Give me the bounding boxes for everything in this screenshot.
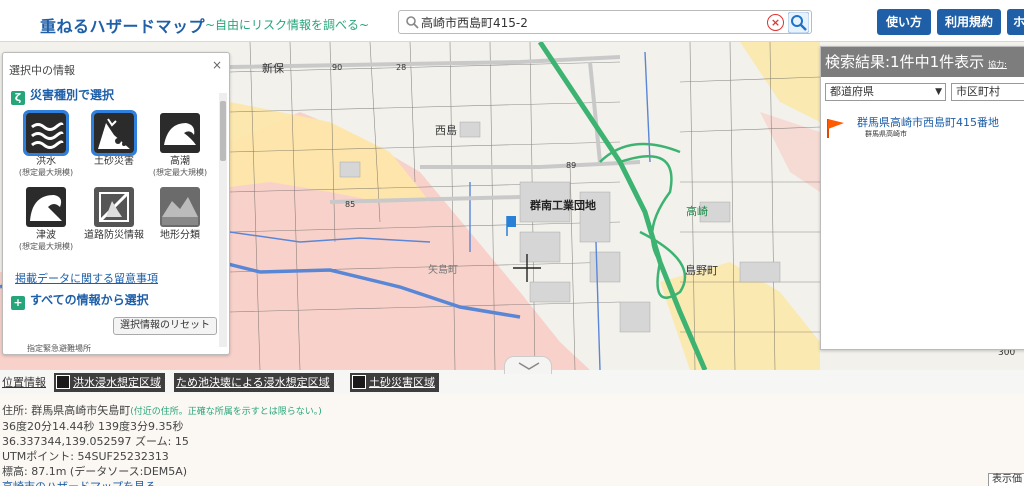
place-label-shinbo: 新保 [262,61,284,75]
hazard-landslide[interactable]: 土砂災害 [82,110,146,168]
app-logo[interactable]: 重ねるハザードマップ [40,13,205,37]
prefecture-select-value: 都道府県 [830,85,874,98]
hazard-sublabel: (想定最大規模) [18,242,74,251]
city-select[interactable]: 市区町村 [951,83,1024,101]
usage-button[interactable]: 使い方 [877,9,931,35]
road-number-label: 89 [566,161,576,170]
hazard-storm-surge[interactable]: 高潮 (想定最大規模) [148,113,212,178]
hazard-label: 土砂災害 [94,156,134,167]
hazard-terrain[interactable]: 地形分類 [148,187,212,242]
clear-search-button[interactable]: × [767,14,784,31]
home-button[interactable]: ホ [1007,9,1024,35]
place-label-nishijima: 西島 [435,123,457,137]
landslide-icon [91,110,137,156]
hazard-sublabel: (想定最大規模) [152,168,208,177]
city-select-value: 市区町村 [956,85,1000,98]
hazard-label: 高潮 [170,156,190,167]
address-line: 住所: 群馬県高崎市矢島町(付近の住所。正確な所属を示すとは限らない。) [2,402,322,418]
chevron-down-icon [518,362,540,370]
elevation: 標高: 87.1m (データソース:DEM5A) [2,465,188,478]
tab-flood-zone[interactable]: 洪水浸水想定区域 [54,373,165,392]
storm-surge-icon [160,113,200,153]
results-count-text: 検索結果:1件中1件表示 [825,53,985,71]
credit-link[interactable]: 協力: [988,60,1007,69]
tab-label: 洪水浸水想定区域 [73,376,161,389]
place-label-shimano: 島野町 [685,263,718,277]
hazard-road-disaster[interactable]: 道路防災情報 [82,187,146,242]
section-by-hazard-type[interactable]: ζ 災害種別で選択 [11,86,114,105]
hazard-flood[interactable]: 洪水 (想定最大規模) [14,110,78,178]
place-label-yajima: 矢島町 [428,263,458,276]
close-icon[interactable]: × [212,58,222,72]
address-search-input[interactable] [421,13,761,31]
search-icon [406,16,419,29]
dms-coordinates: 36度20分14.44秒 139度3分9.35秒 [2,420,184,433]
tab-landslide-zone[interactable]: 土砂災害区域 [350,373,439,392]
road-number-label: 85 [345,200,355,209]
location-pin-icon[interactable] [506,216,516,236]
hazard-label: 洪水 [36,156,56,167]
landslide-icon [352,375,366,389]
tsunami-icon [26,187,66,227]
latlon-zoom: 36.337344,139.052597 ズーム: 15 [2,435,189,448]
city-hazard-map-link[interactable]: 高崎市のハザードマップを見る [2,478,156,486]
chevron-down-icon: ▼ [935,87,942,97]
data-notes-link[interactable]: 掲載データに関する留意事項 [15,270,158,286]
address-note: (付近の住所。正確な所属を示すとは限らない。) [130,407,322,417]
terrain-icon [160,187,200,227]
location-info-area: 住所: 群馬県高崎市矢島町(付近の住所。正確な所属を示すとは限らない。) 36度… [0,394,1024,486]
place-label-takasaki: 高崎 [686,204,708,218]
reset-selection-button[interactable]: 選択情報のリセット [113,317,217,335]
plus-icon: + [11,296,25,310]
section-all-info[interactable]: + すべての情報から選択 [11,291,149,310]
utm-point: UTMポイント: 54SUF25232313 [2,450,169,463]
hazard-sublabel: (想定最大規模) [18,168,74,177]
section-all-info-label: すべての情報から選択 [30,293,149,307]
tab-label: 土砂災害区域 [369,376,435,389]
panel-title: 選択中の情報 [9,64,75,77]
section-by-hazard-type-label: 災害種別で選択 [30,88,115,102]
search-result-subtitle: 群馬県高崎市 [865,130,907,138]
scrollbar-thumb[interactable] [220,101,226,161]
hazard-label: 地形分類 [160,230,200,241]
place-label-gunnan: 群南工業団地 [529,198,596,212]
evacuation-site-label: 指定緊急避難場所 [27,344,91,353]
tab-label: ため池決壊による浸水想定区域 [176,376,330,389]
app-header: 重ねるハザードマップ ~自由にリスク情報を調べる~ × 使い方 利用規約 ホ [0,0,1024,42]
address-search-box: × [398,10,812,34]
hazard-label: 津波 [36,230,56,241]
display-button[interactable]: 表示価 [988,473,1024,486]
panel-scrollbar[interactable] [219,93,227,347]
prefecture-select[interactable]: 都道府県 ▼ [825,83,946,101]
results-header: 検索結果:1件中1件表示 協力: [821,47,1024,77]
address-text: 住所: 群馬県高崎市矢島町 [2,404,131,417]
layer-selection-panel: 選択中の情報 × ζ 災害種別で選択 洪水 (想定最大規模) 土砂災害 高潮 (想… [2,52,230,355]
tab-location-info[interactable]: 位置情報 [0,373,46,392]
search-results-panel: 検索結果:1件中1件表示 協力: 都道府県 ▼ 市区町村 群馬県高崎市西島町415番… [820,46,1024,350]
hazard-label: 道路防災情報 [84,230,144,241]
tab-reservoir-flood-zone[interactable]: ため池決壊による浸水想定区域 [174,373,334,392]
search-result-link[interactable]: 群馬県高崎市西島町415番地 [857,114,999,130]
road-disaster-icon [94,187,134,227]
section-arrow-icon: ζ [11,91,25,105]
search-button[interactable] [788,12,809,33]
road-number-label: 90 [332,63,342,72]
hazard-tsunami[interactable]: 津波 (想定最大規模) [14,187,78,252]
info-panel-toggle[interactable] [504,356,552,374]
app-tagline: ~自由にリスク情報を調べる~ [205,18,370,32]
terms-button[interactable]: 利用規約 [937,9,1001,35]
flood-icon [23,110,69,156]
flag-icon [827,119,844,138]
road-number-label: 28 [396,63,406,72]
flood-icon [56,375,70,389]
